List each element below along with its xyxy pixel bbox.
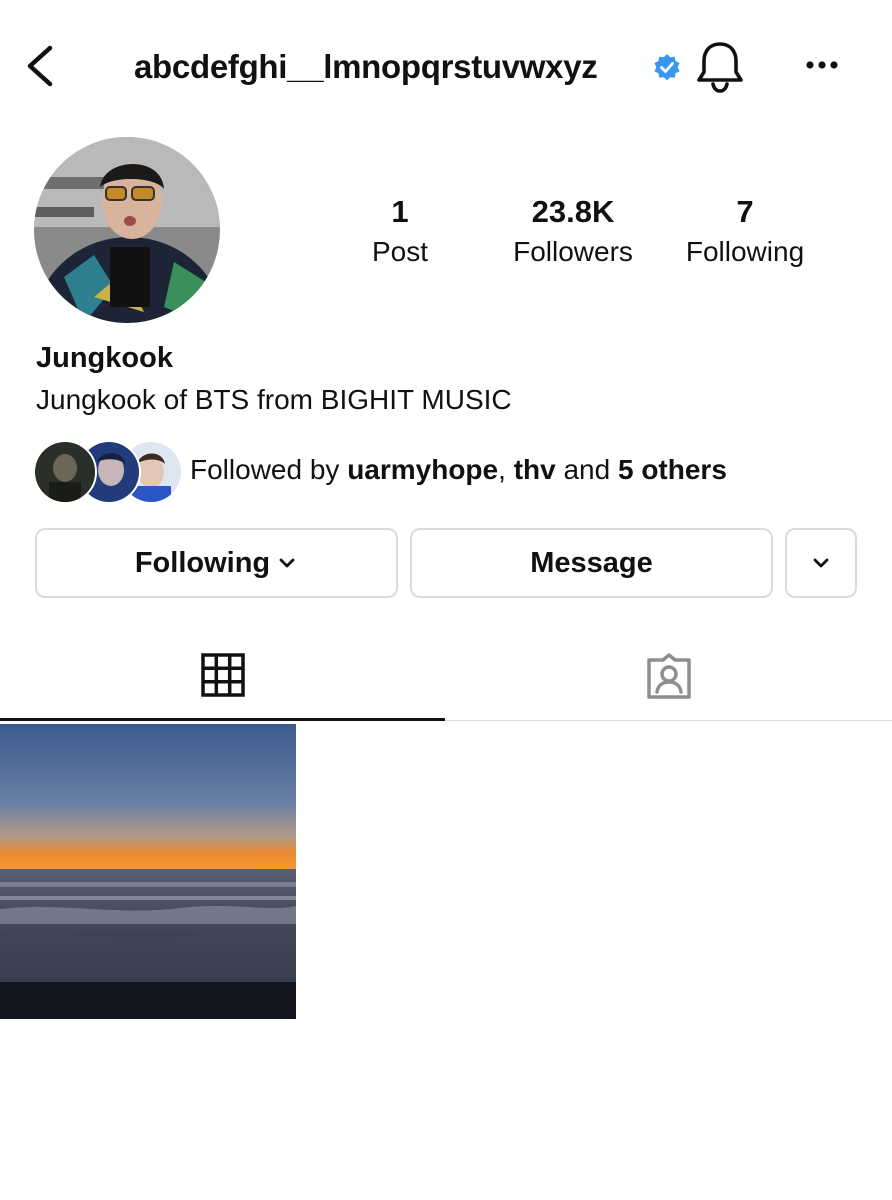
following-button[interactable]: Following <box>35 528 398 598</box>
message-button[interactable]: Message <box>410 528 773 598</box>
mutual-separator: , <box>498 454 506 485</box>
bio-text: Jungkook of BTS from BIGHIT MUSIC <box>36 384 512 415</box>
stat-followers[interactable]: 23.8K Followers <box>498 192 648 272</box>
followed-by-text[interactable]: Followed by uarmyhope, thv and 5 others <box>190 450 727 490</box>
profile-username: abcdefghi__lmnopqrstuvwxyz <box>134 48 598 85</box>
followers-label: Followers <box>513 236 633 267</box>
following-count: 7 <box>736 194 754 229</box>
suggested-accounts-button[interactable] <box>785 528 857 598</box>
avatar-photo <box>34 137 220 323</box>
mutual-avatar <box>33 440 97 504</box>
more-icon[interactable] <box>800 50 844 80</box>
back-icon[interactable] <box>22 42 62 90</box>
display-name: Jungkook <box>36 342 173 374</box>
stat-following[interactable]: 7 Following <box>670 192 820 272</box>
mutual-user-1[interactable]: uarmyhope <box>347 454 498 485</box>
message-button-label: Message <box>530 546 653 579</box>
post-image <box>0 724 296 1019</box>
followed-by-prefix: Followed by <box>190 454 340 485</box>
following-label: Following <box>685 236 805 267</box>
verified-badge-icon <box>654 54 680 81</box>
posts-label: Post <box>371 236 429 267</box>
mutual-and: and <box>563 454 611 485</box>
bell-icon[interactable] <box>694 38 746 94</box>
post-thumbnail[interactable] <box>0 724 296 1019</box>
following-button-label: Following <box>134 546 271 579</box>
mutual-others[interactable]: 5 others <box>618 454 727 485</box>
posts-count: 1 <box>391 194 409 229</box>
chevron-down-icon <box>279 558 295 568</box>
stat-posts[interactable]: 1 Post <box>340 192 460 272</box>
tagged-icon[interactable] <box>644 652 694 700</box>
mutual-user-2[interactable]: thv <box>514 454 556 485</box>
chevron-down-icon <box>813 558 829 568</box>
followers-count: 23.8K <box>531 194 615 229</box>
grid-icon[interactable] <box>200 652 246 698</box>
mutual-followers-avatars[interactable] <box>33 440 183 504</box>
profile-avatar[interactable] <box>34 137 220 323</box>
active-tab-indicator <box>0 718 445 721</box>
